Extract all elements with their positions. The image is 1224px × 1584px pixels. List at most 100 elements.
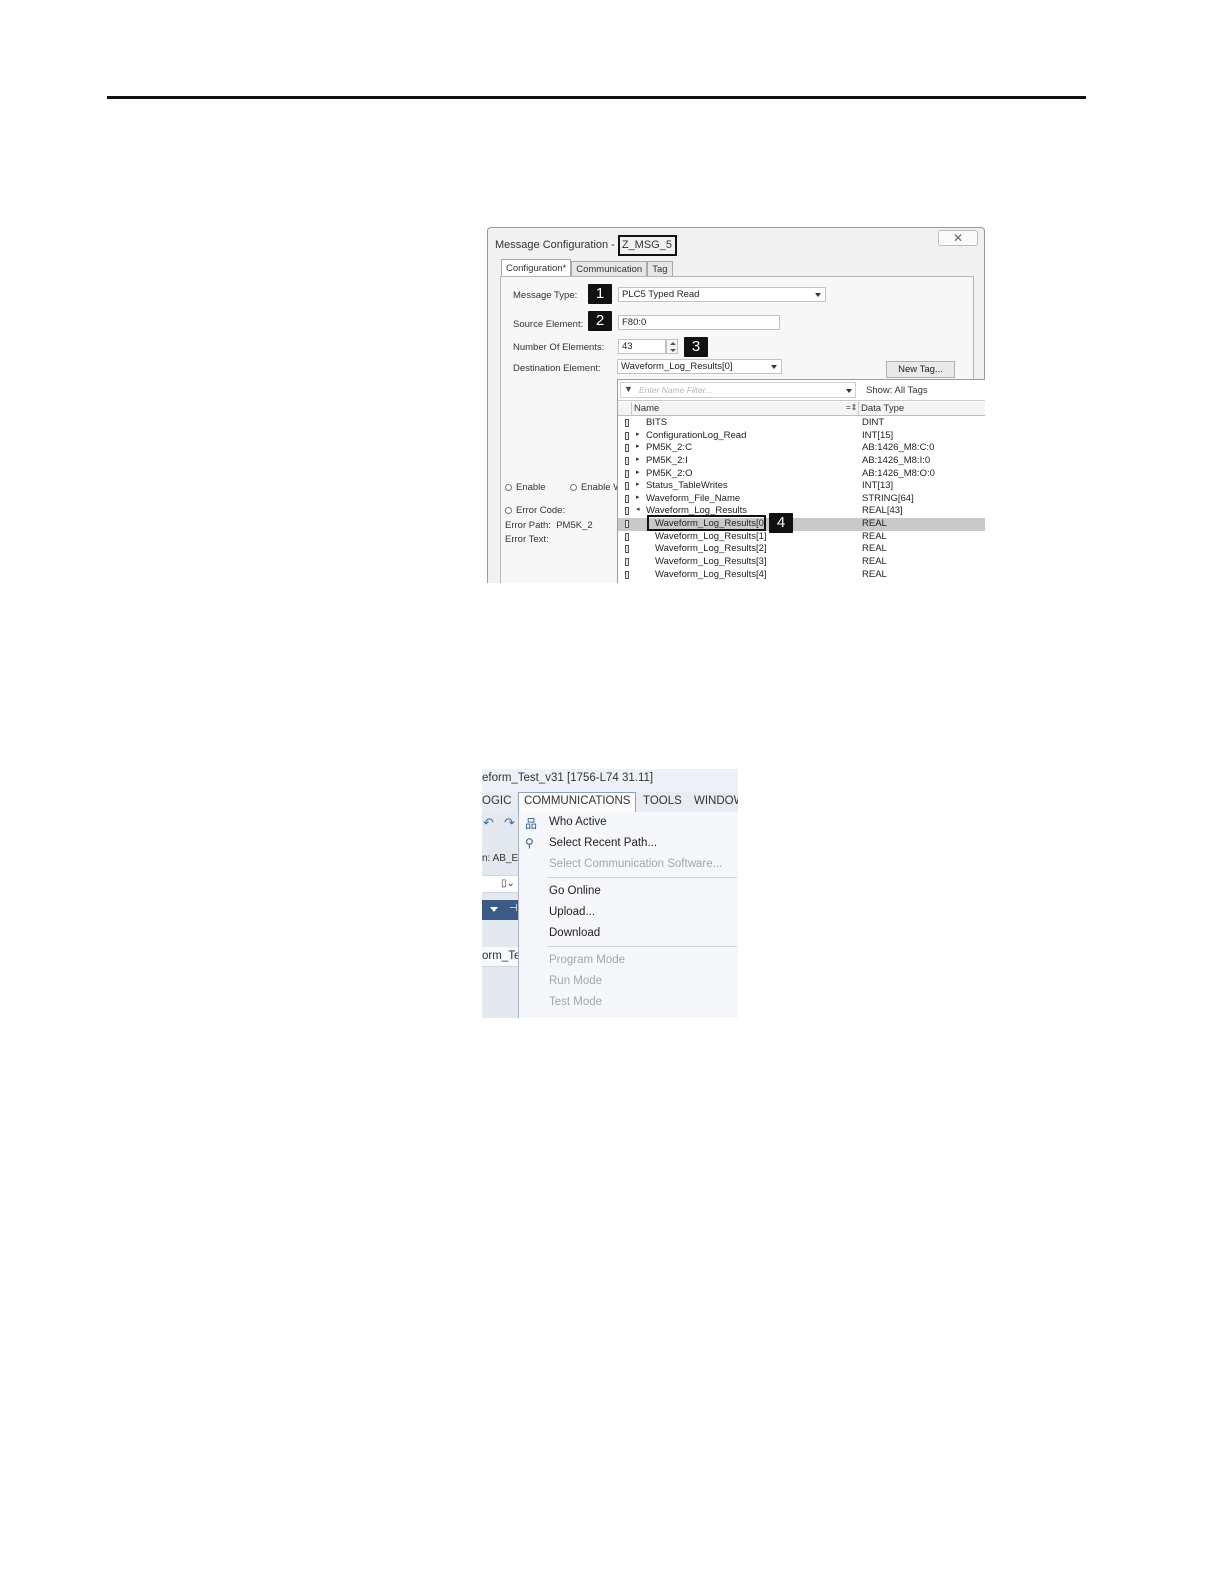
menu-logic[interactable]: OGIC <box>482 795 511 807</box>
table-row[interactable]: ▸ PM5K_2:O AB:1426_M8:O:0 <box>618 468 985 481</box>
tag-name: BITS <box>646 417 668 428</box>
undo-icon[interactable]: ↶ <box>483 815 494 831</box>
chevron-down-icon[interactable] <box>490 907 498 912</box>
menu-item-upload[interactable]: Upload... <box>549 906 595 918</box>
column-divider <box>631 402 632 416</box>
menu-separator <box>547 946 737 947</box>
table-row[interactable]: Waveform_Log_Results[4] REAL <box>618 569 985 582</box>
tag-grid-rows: BITS DINT ▸ ConfigurationLog_Read INT[15] ▸… <box>618 417 985 581</box>
enable-waiting-label: Enable W <box>581 482 623 493</box>
collapse-icon[interactable]: ◂ <box>636 505 640 513</box>
menu-item-test-mode: Test Mode <box>549 996 603 1008</box>
tag-name: ConfigurationLog_Read <box>646 429 747 441</box>
tag-data-type: REAL <box>862 568 887 580</box>
stepper-up-icon <box>670 342 676 345</box>
number-of-elements-label: Number Of Elements: <box>513 342 605 353</box>
menu-window[interactable]: WINDOW <box>694 795 738 807</box>
expander-icon[interactable]: ▸ <box>636 442 640 450</box>
menu-item-go-online[interactable]: Go Online <box>549 885 601 897</box>
close-button[interactable]: ✕ <box>938 230 978 246</box>
message-type-value: PLC5 Typed Read <box>622 289 700 300</box>
menu-separator <box>547 877 737 878</box>
tag-data-type: AB:1426_M8:C:0 <box>862 442 935 454</box>
show-tags-select[interactable]: Show: All Tags <box>866 385 928 396</box>
table-row[interactable]: Waveform_Log_Results[3] REAL <box>618 556 985 569</box>
message-type-select[interactable]: PLC5 Typed Read <box>618 287 826 302</box>
expander-icon[interactable]: ▸ <box>636 480 640 488</box>
column-name-header[interactable]: Name <box>634 403 659 414</box>
table-row[interactable]: ▸ ConfigurationLog_Read INT[15] <box>618 430 985 443</box>
menu-item-select-recent-path[interactable]: Select Recent Path... <box>549 837 657 849</box>
tag-icon <box>625 507 629 516</box>
dialog-title-tag: Z_MSG_5 <box>617 235 677 256</box>
tag-data-type: AB:1426_M8:I:0 <box>862 454 931 466</box>
table-row[interactable]: ▸ Status_TableWrites INT[13] <box>618 480 985 493</box>
source-element-input[interactable]: F80:0 <box>618 315 780 330</box>
number-of-elements-stepper[interactable] <box>666 339 678 354</box>
error-path-row: Error Path: PM5K_2 <box>505 520 593 531</box>
tag-name: PM5K_2:O <box>646 467 693 479</box>
chevron-down-icon <box>815 293 821 297</box>
tab-tag[interactable]: Tag <box>647 261 673 277</box>
enable-status: Enable <box>505 482 546 493</box>
sort-icon[interactable]: =⇕ <box>846 403 857 412</box>
application-title: eform_Test_v31 [1756-L74 31.11] <box>482 772 654 784</box>
expander-icon[interactable]: ▸ <box>636 430 640 438</box>
communications-menu: 品 Who Active ⚲ Select Recent Path... Sel… <box>518 812 738 1018</box>
tag-data-type: DINT <box>862 417 885 428</box>
pin-icon[interactable]: ⊣ <box>509 903 518 914</box>
table-row[interactable]: BITS DINT <box>618 417 985 430</box>
document-tab-label: orm_Te <box>482 950 521 962</box>
callout-2: 2 <box>588 311 612 331</box>
tag-name: Waveform_Log_Results[4] <box>655 568 767 580</box>
table-row[interactable]: ▸ PM5K_2:C AB:1426_M8:C:0 <box>618 442 985 455</box>
tag-data-type: REAL <box>862 530 887 542</box>
stepper-down-icon <box>670 349 676 352</box>
tag-icon <box>625 558 629 567</box>
chevron-down-icon <box>846 389 852 393</box>
column-data-type-header[interactable]: Data Type <box>861 403 904 414</box>
path-dropdown[interactable]: ▯⌄ <box>482 875 518 893</box>
selected-row-highlight <box>647 515 766 531</box>
message-configuration-screenshot: Message Configuration - Z_MSG_5 ✕ Configu… <box>487 227 985 583</box>
tab-communication[interactable]: Communication <box>571 261 648 277</box>
error-code-status: Error Code: <box>505 505 565 516</box>
status-radio-icon <box>505 484 512 491</box>
redo-icon[interactable]: ↷ <box>504 815 515 831</box>
name-filter-input[interactable]: ▼ Enter Name Filter... <box>620 382 856 398</box>
tag-icon <box>625 469 629 478</box>
column-divider <box>858 402 859 416</box>
table-row[interactable]: Waveform_Log_Results[2] REAL <box>618 543 985 556</box>
tag-name: PM5K_2:C <box>646 442 692 454</box>
tab-configuration[interactable]: Configuration* <box>501 259 572 277</box>
table-row[interactable]: Waveform_Log_Results[1] REAL <box>618 531 985 544</box>
menu-bar: OGIC COMMUNICATIONS TOOLS WINDOW <box>482 792 738 813</box>
document-tab[interactable]: orm_Te <box>482 947 521 967</box>
tag-icon <box>625 456 629 465</box>
menu-item-who-active[interactable]: Who Active <box>549 816 607 828</box>
pane-header: ⊣ <box>482 900 518 920</box>
table-row[interactable]: ▸ PM5K_2:I AB:1426_M8:I:0 <box>618 455 985 468</box>
tag-icon <box>625 444 629 453</box>
error-path-value: PM5K_2 <box>556 520 593 531</box>
tag-name: Waveform_Log_Results[3] <box>655 556 767 568</box>
dialog-tabs: Configuration* Communication Tag <box>501 259 673 277</box>
expander-icon[interactable]: ▸ <box>636 468 640 476</box>
path-icon: ⚲ <box>525 836 534 850</box>
expander-icon[interactable]: ▸ <box>636 455 640 463</box>
message-type-label: Message Type: <box>513 290 578 301</box>
menu-tools[interactable]: TOOLS <box>643 795 682 807</box>
destination-element-select[interactable]: Waveform_Log_Results[0] <box>617 359 782 374</box>
expander-icon[interactable]: ▸ <box>636 493 640 501</box>
callout-3: 3 <box>684 337 708 357</box>
tag-data-type: AB:1426_M8:O:0 <box>862 467 935 479</box>
menu-communications[interactable]: COMMUNICATIONS <box>518 792 637 813</box>
menu-item-download[interactable]: Download <box>549 927 600 939</box>
table-row[interactable]: ▸ Waveform_File_Name STRING[64] <box>618 493 985 506</box>
tag-name: Waveform_File_Name <box>646 492 741 504</box>
number-of-elements-input[interactable]: 43 <box>618 339 666 354</box>
new-tag-button[interactable]: New Tag... <box>886 361 955 378</box>
tag-data-type: REAL[43] <box>862 505 903 517</box>
dialog-title-prefix: Message Configuration - <box>495 239 615 251</box>
destination-element-value: Waveform_Log_Results[0] <box>621 361 733 372</box>
